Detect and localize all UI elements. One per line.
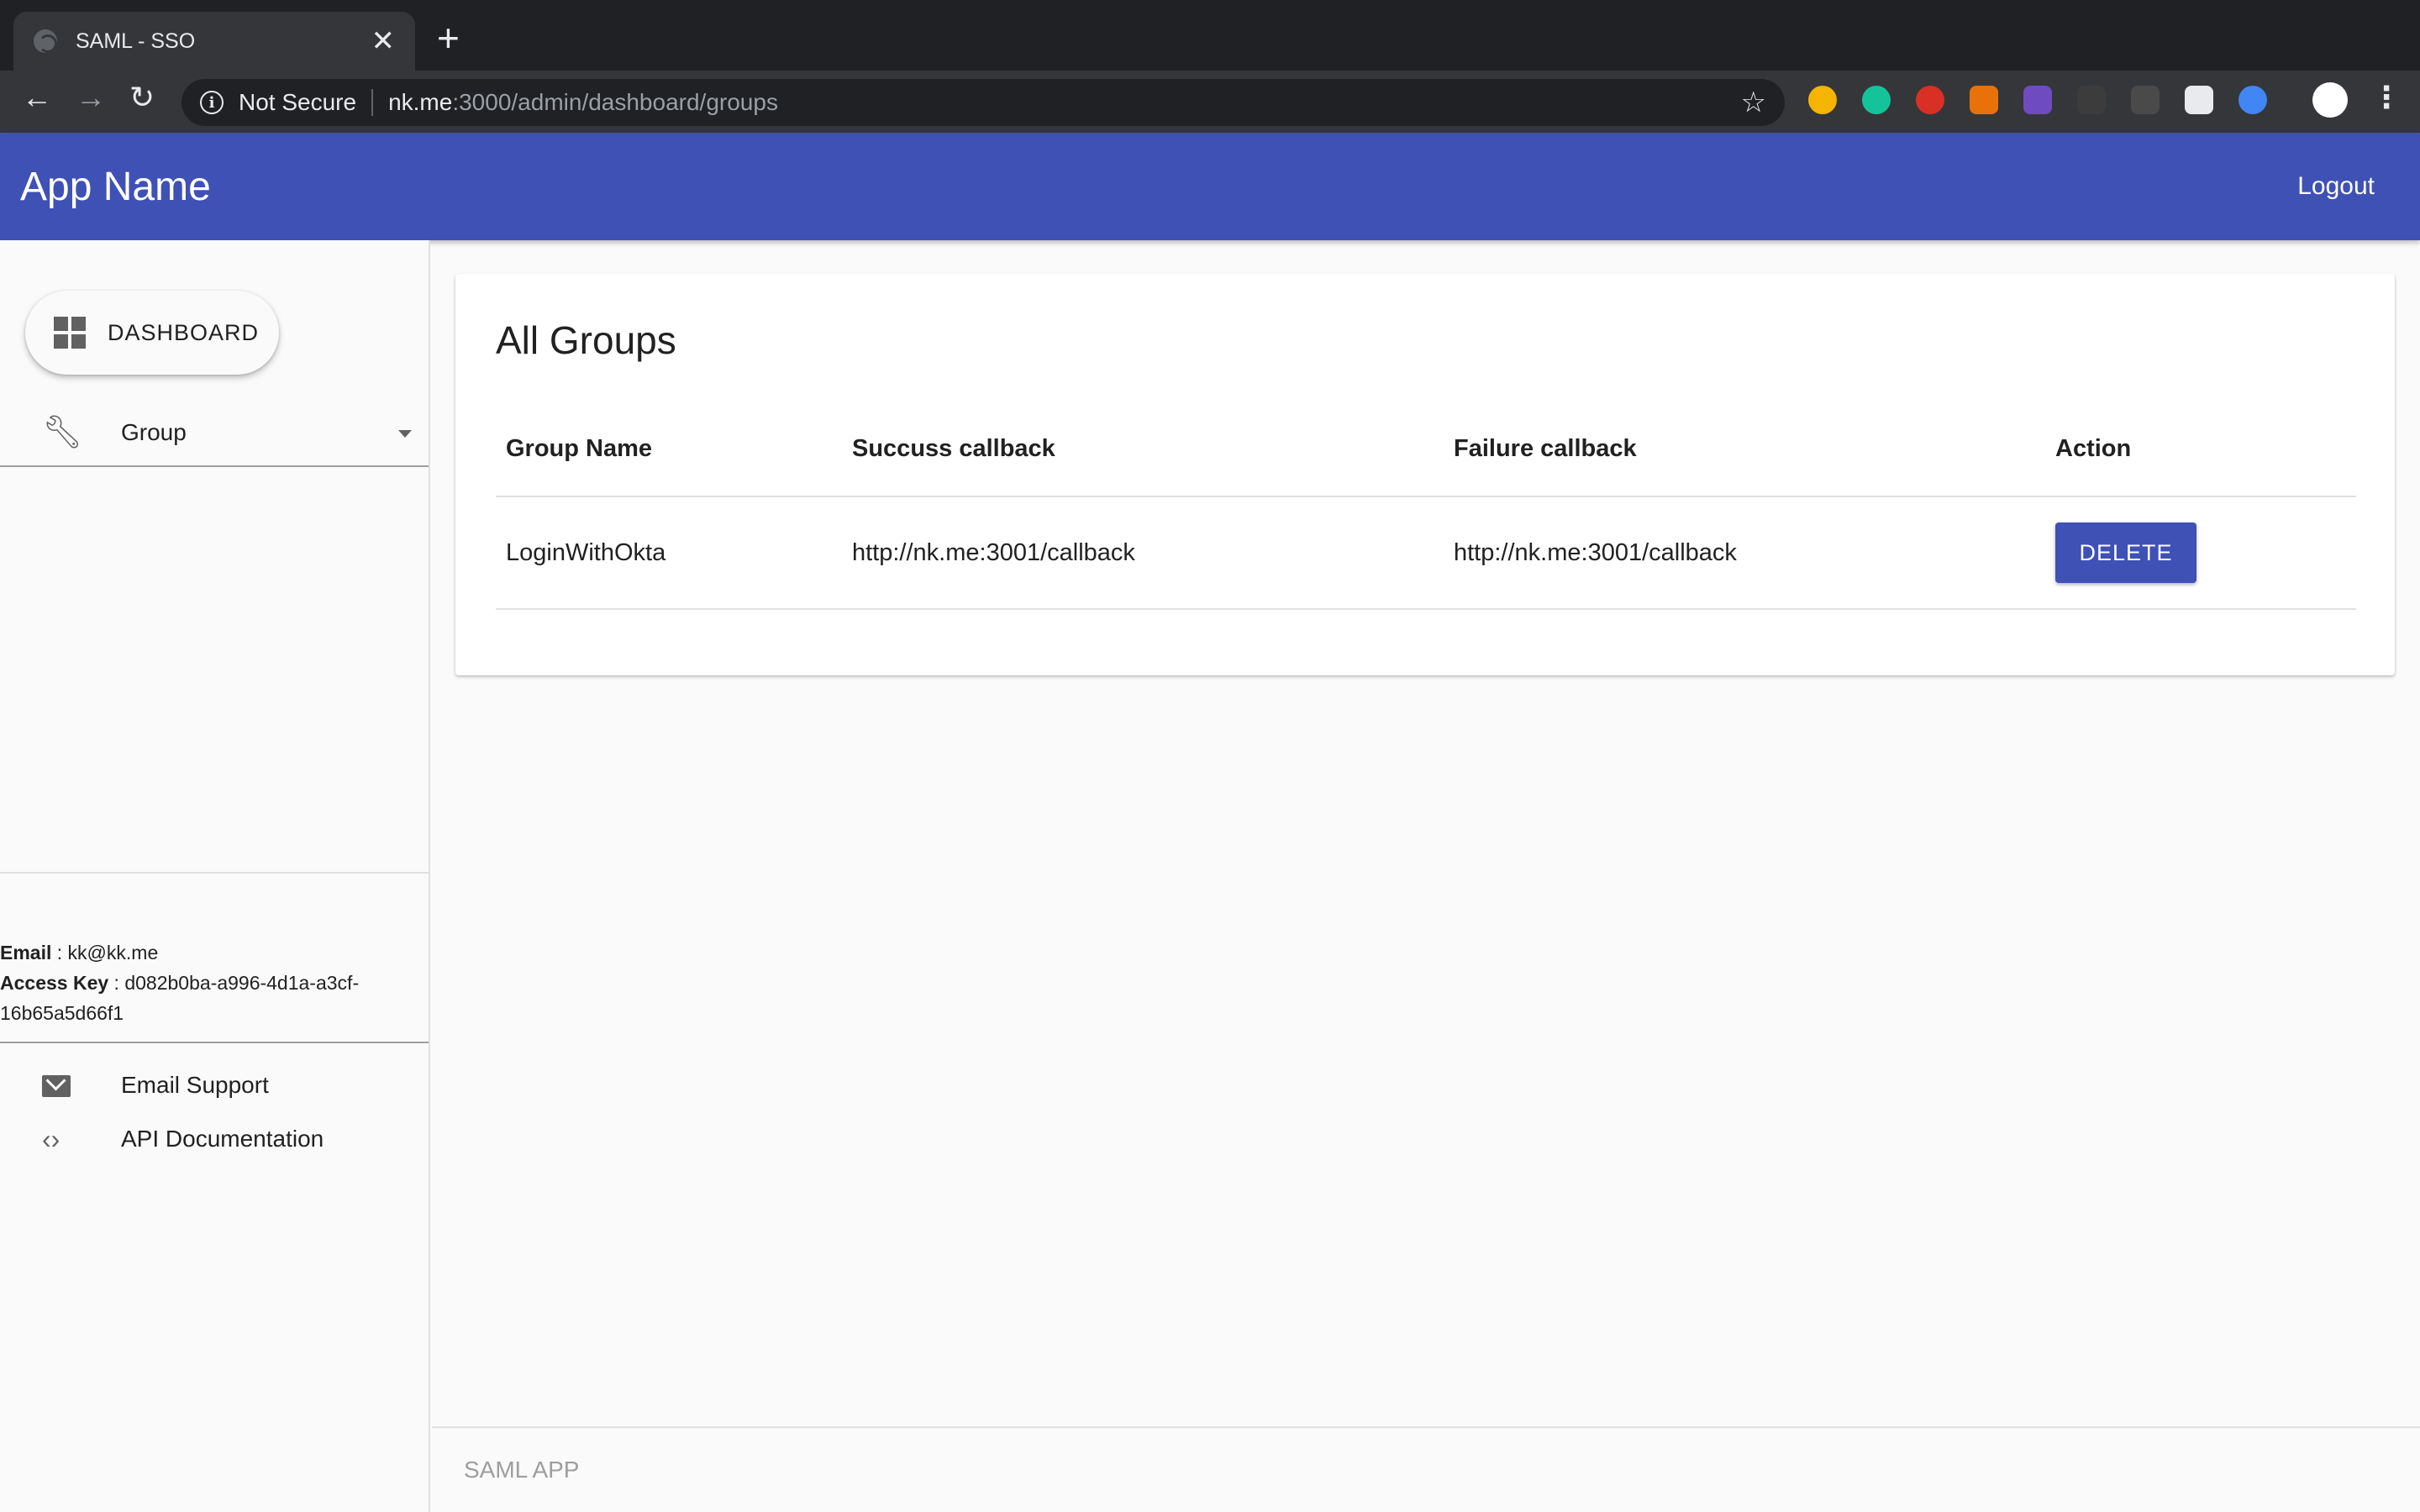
dashboard-icon — [54, 317, 86, 349]
extension-icon[interactable] — [2023, 86, 2052, 114]
failure-callback-cell: http://nk.me:3001/callback — [1454, 539, 1737, 566]
page-title: All Groups — [496, 318, 676, 362]
table-header-row: Group Name Succuss callback Failure call… — [496, 398, 2356, 497]
app-bar: App Name Logout — [0, 133, 2420, 240]
user-info: Email : kk@kk.me Access Key : d082b0ba-a… — [0, 937, 420, 1028]
column-header-action: Action — [2055, 435, 2132, 462]
group-name-link[interactable]: LoginWithOkta — [506, 539, 666, 567]
browser-menu-icon[interactable]: ⋮ — [2371, 82, 2402, 113]
delete-button[interactable]: DELETE — [2055, 522, 2196, 583]
table-row: LoginWithOkta http://nk.me:3001/callback… — [496, 497, 2356, 610]
adblock-extension-icon[interactable] — [1916, 86, 1944, 114]
grammarly-extension-icon[interactable] — [1862, 86, 1891, 114]
reload-icon[interactable]: ↻ — [129, 82, 155, 113]
access-key-label: Access Key — [0, 972, 109, 994]
wrench-icon: 🔧︎ — [42, 415, 83, 450]
email-value: : kk@kk.me — [51, 942, 159, 963]
profile-avatar[interactable] — [2312, 82, 2348, 118]
logout-button[interactable]: Logout — [2272, 164, 2400, 209]
tab-title: SAML - SSO — [76, 29, 196, 53]
security-label[interactable]: Not Secure — [239, 89, 356, 116]
sidebar-item-label: Email Support — [121, 1072, 269, 1098]
url-path[interactable]: :3000/admin/dashboard/groups — [452, 89, 778, 116]
success-callback-cell: http://nk.me:3001/callback — [852, 539, 1135, 566]
address-bar[interactable]: i Not Secure nk.me:3000/admin/dashboard/… — [182, 79, 1785, 126]
omnibox-divider — [371, 89, 374, 116]
column-header-failure-callback: Failure callback — [1454, 435, 1637, 462]
info-icon[interactable]: i — [200, 91, 224, 114]
forward-icon[interactable]: → — [76, 82, 106, 113]
extension-icon[interactable] — [2185, 86, 2213, 114]
code-icon: ‹› — [42, 1123, 60, 1154]
extension-icon[interactable] — [2077, 86, 2106, 114]
browser-toolbar: ← → ↻ i Not Secure nk.me:3000/admin/dash… — [0, 71, 2420, 133]
mail-icon — [42, 1075, 71, 1097]
footer-text: SAML APP — [464, 1457, 580, 1483]
browser-tabstrip: SAML - SSO ✕ + — [0, 0, 2420, 71]
tab-close-icon[interactable]: ✕ — [371, 27, 396, 55]
sidebar-item-label: Group — [121, 419, 187, 445]
sidebar-divider — [0, 1042, 429, 1043]
globe-icon — [34, 29, 57, 53]
url-host[interactable]: nk.me — [388, 89, 452, 116]
browser-tab[interactable]: SAML - SSO ✕ — [13, 12, 415, 71]
dropdown-arrow-icon[interactable] — [398, 430, 412, 438]
extension-icon[interactable] — [1970, 86, 1998, 114]
back-icon[interactable]: ← — [22, 82, 52, 113]
app-title: App Name — [20, 164, 211, 209]
sidebar-item-email-support[interactable]: Email Support — [0, 1060, 429, 1110]
sidebar-item-group[interactable]: 🔧︎ Group — [0, 400, 429, 467]
dashboard-label: DASHBOARD — [108, 319, 260, 345]
sidebar: DASHBOARD 🔧︎ Group Email : kk@kk.me Acce… — [0, 240, 430, 1512]
groups-table: Group Name Succuss callback Failure call… — [496, 398, 2356, 610]
bookmark-star-icon[interactable]: ☆ — [1741, 86, 1766, 119]
sidebar-item-label: API Documentation — [121, 1126, 324, 1152]
dashboard-button[interactable]: DASHBOARD — [25, 291, 279, 375]
footer: SAML APP — [432, 1426, 2420, 1512]
email-label: Email — [0, 942, 52, 963]
extension-icon[interactable] — [2131, 86, 2160, 114]
extension-icon[interactable] — [2238, 86, 2267, 114]
chrome-extension-icon[interactable] — [1808, 86, 1837, 114]
sidebar-item-api-documentation[interactable]: ‹› API Documentation — [0, 1114, 429, 1164]
sidebar-divider — [0, 872, 429, 874]
column-header-success-callback: Succuss callback — [852, 435, 1055, 462]
new-tab-icon[interactable]: + — [437, 18, 460, 57]
groups-card: All Groups Group Name Succuss callback F… — [455, 274, 2395, 675]
column-header-group-name: Group Name — [506, 435, 653, 462]
